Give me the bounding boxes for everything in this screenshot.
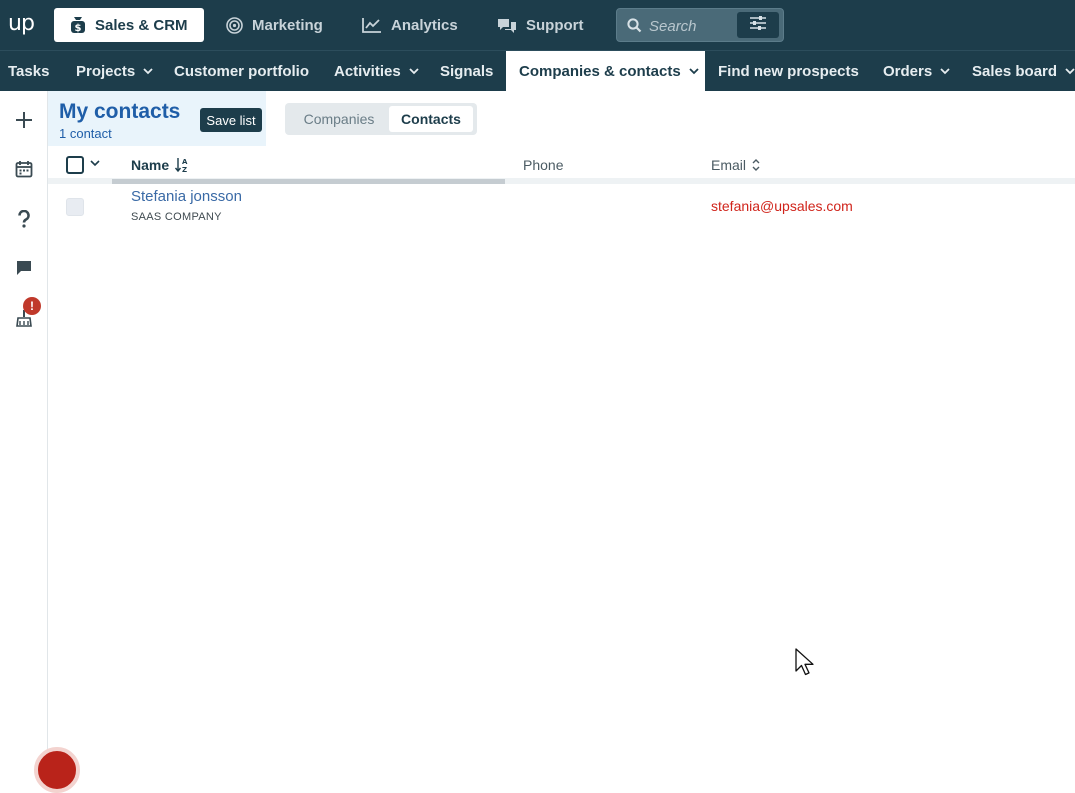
nav-label: Companies & contacts	[519, 63, 681, 80]
nav-item-companies-contacts[interactable]: Companies & contacts	[506, 51, 705, 92]
nav-label: Sales board	[972, 63, 1058, 80]
app-tab-support[interactable]: Support	[481, 8, 600, 42]
target-icon	[226, 16, 243, 34]
global-search	[616, 8, 784, 42]
nav-item-signals[interactable]: Signals	[440, 51, 493, 92]
row-checkbox[interactable]	[66, 198, 84, 216]
nav-item-find-new-prospects[interactable]: Find new prospects	[718, 51, 859, 92]
chevron-down-icon	[143, 68, 153, 75]
mouse-cursor-icon	[795, 648, 814, 676]
contact-name-link[interactable]: Stefania jonsson	[131, 188, 242, 205]
chevron-down-icon	[689, 68, 699, 75]
chevron-down-icon	[940, 68, 950, 75]
app-tab-analytics[interactable]: Analytics	[346, 8, 474, 42]
app-tab-label: Sales & CRM	[95, 16, 188, 34]
app-tab-marketing[interactable]: Marketing	[210, 8, 339, 42]
app-tab-label: Support	[526, 16, 584, 34]
list-header: My contacts 1 contact Save list	[48, 91, 266, 146]
chat-launcher-button[interactable]	[34, 747, 80, 793]
chat-bubbles-icon	[497, 17, 517, 34]
chevron-down-icon	[409, 68, 419, 75]
tab-companies[interactable]: Companies	[291, 106, 387, 132]
nav-label: Projects	[76, 63, 136, 80]
app-tab-label: Analytics	[391, 16, 458, 34]
nav-label: Orders	[883, 63, 933, 80]
main-nav: Tasks Projects Customer portfolio Activi…	[0, 50, 1075, 92]
chevron-down-icon	[1065, 68, 1075, 75]
question-icon[interactable]	[11, 206, 37, 232]
search-icon	[627, 18, 642, 38]
column-header-label: Email	[711, 157, 747, 173]
column-header-phone[interactable]: Phone	[523, 157, 563, 173]
select-all-checkbox[interactable]	[66, 156, 84, 174]
svg-text:$: $	[75, 23, 82, 34]
nav-label: Customer portfolio	[174, 63, 309, 80]
dollar-bag-icon: $	[70, 16, 86, 34]
column-header-label: Phone	[523, 157, 564, 173]
alert-badge[interactable]: !	[23, 297, 41, 315]
nav-item-customer-portfolio[interactable]: Customer portfolio	[174, 51, 309, 92]
chevron-down-icon[interactable]	[90, 160, 100, 167]
top-bar: up $ Sales & CRM Marketing Analytics Sup…	[0, 0, 1075, 50]
column-header-name[interactable]: Name AZ	[131, 157, 189, 173]
app-tab-label: Marketing	[252, 16, 323, 34]
app-tab-sales-crm[interactable]: $ Sales & CRM	[54, 8, 204, 42]
svg-text:A: A	[182, 158, 188, 166]
sort-toggle-icon	[752, 159, 760, 171]
contact-count: 1 contact	[59, 126, 112, 141]
contact-company[interactable]: SAAS COMPANY	[131, 211, 222, 223]
contact-email-link[interactable]: stefania@upsales.com	[711, 198, 853, 214]
upsales-logo[interactable]: up	[8, 11, 35, 36]
save-list-button[interactable]: Save list	[200, 108, 262, 132]
sort-alpha-icon: AZ	[175, 158, 188, 173]
message-icon[interactable]	[11, 255, 37, 281]
line-chart-icon	[362, 17, 382, 33]
quick-sidebar: !	[0, 91, 48, 758]
nav-item-projects[interactable]: Projects	[76, 51, 153, 92]
plus-icon[interactable]	[11, 107, 37, 133]
page-title: My contacts	[59, 100, 181, 123]
nav-item-orders[interactable]: Orders	[883, 51, 950, 92]
nav-label: Find new prospects	[718, 63, 859, 80]
tab-contacts[interactable]: Contacts	[389, 106, 473, 132]
column-header-email[interactable]: Email	[711, 157, 760, 173]
search-input[interactable]	[649, 15, 745, 37]
svg-text:Z: Z	[182, 166, 187, 173]
entity-type-toggle: Companies Contacts	[285, 103, 477, 135]
sort-column-indicator	[112, 179, 505, 184]
nav-item-activities[interactable]: Activities	[334, 51, 419, 92]
nav-item-sales-board[interactable]: Sales board	[972, 51, 1075, 92]
calendar-icon[interactable]	[11, 156, 37, 182]
nav-label: Tasks	[8, 63, 50, 80]
column-header-label: Name	[131, 157, 170, 173]
nav-label: Signals	[440, 63, 494, 80]
nav-label: Activities	[334, 63, 401, 80]
sliders-icon	[749, 15, 767, 36]
search-filter-button[interactable]	[737, 12, 779, 38]
nav-item-tasks[interactable]: Tasks	[8, 51, 49, 92]
